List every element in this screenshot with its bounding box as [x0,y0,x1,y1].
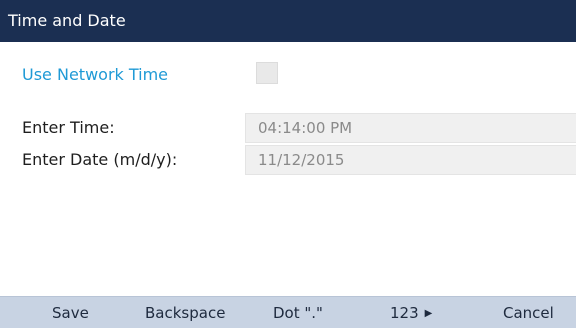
enter-time-row: Enter Time: 04:14:00 PM [0,113,576,143]
save-softkey[interactable]: Save [52,297,89,328]
time-input[interactable]: 04:14:00 PM [245,113,576,143]
softkey-bar: Save Backspace Dot "." 123 ▶ Cancel [0,296,576,328]
page-title: Time and Date [0,0,576,42]
arrow-right-icon: ▶ [424,307,433,319]
dot-softkey[interactable]: Dot "." [273,297,323,328]
enter-time-label: Enter Time: [22,118,115,137]
cancel-softkey[interactable]: Cancel [503,297,554,328]
enter-date-label: Enter Date (m/d/y): [22,150,178,169]
input-mode-label: 123 [390,304,419,322]
date-input[interactable]: 11/12/2015 [245,145,576,175]
use-network-time-row[interactable]: Use Network Time [0,60,576,90]
use-network-time-label: Use Network Time [22,65,169,84]
time-and-date-screen: Time and Date Use Network Time Enter Tim… [0,0,576,328]
input-mode-softkey[interactable]: 123 ▶ [390,297,432,328]
enter-date-row: Enter Date (m/d/y): 11/12/2015 [0,145,576,175]
use-network-time-checkbox[interactable] [256,62,278,84]
backspace-softkey[interactable]: Backspace [145,297,225,328]
